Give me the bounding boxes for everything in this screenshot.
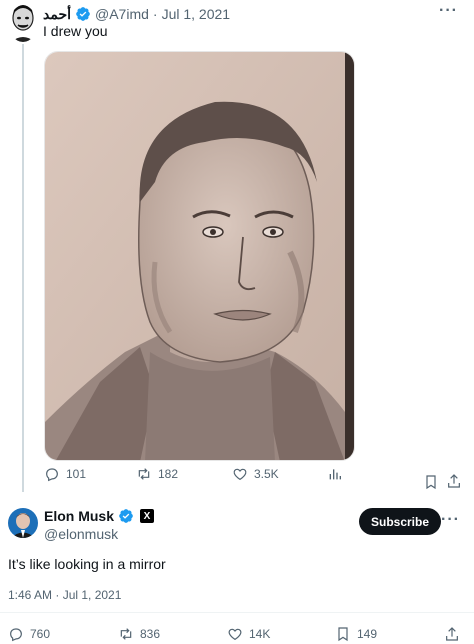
- bookmark-count: 149: [357, 627, 378, 641]
- retweet-count: 182: [158, 467, 179, 481]
- like-count: 3.5K: [254, 467, 279, 481]
- header-separator: ·: [152, 6, 158, 22]
- x-affiliation-badge[interactable]: X: [140, 509, 155, 523]
- like-button[interactable]: 14K: [227, 626, 270, 642]
- verified-icon: [75, 6, 91, 22]
- retweet-button[interactable]: 182: [136, 466, 178, 482]
- views-icon: [329, 469, 341, 480]
- main-tweet-text: It’s like looking in a mirror: [8, 556, 166, 572]
- like-count: 14K: [249, 627, 271, 641]
- main-action-bar: 760 836 14K 149: [8, 626, 468, 642]
- retweet-button[interactable]: 836: [118, 626, 160, 642]
- parent-avatar[interactable]: [8, 2, 38, 42]
- like-icon: [233, 468, 247, 481]
- reply-button[interactable]: 760: [8, 626, 50, 642]
- main-handle[interactable]: @elonmusk: [44, 526, 118, 542]
- divider: [0, 612, 474, 613]
- like-icon: [228, 628, 242, 641]
- main-author-name[interactable]: Elon Musk: [44, 508, 114, 524]
- parent-date[interactable]: Jul 1, 2021: [162, 6, 231, 22]
- tweet-media-image[interactable]: [44, 51, 355, 461]
- main-avatar[interactable]: [8, 508, 38, 538]
- main-author-row: Elon Musk X: [44, 508, 155, 524]
- share-icon: [446, 627, 458, 641]
- share-button[interactable]: [444, 626, 460, 642]
- share-icon: [448, 474, 460, 488]
- bookmark-button[interactable]: [423, 474, 439, 495]
- tweet-timestamp[interactable]: 1:46 AM · Jul 1, 2021: [8, 588, 121, 602]
- views-button[interactable]: [327, 466, 343, 482]
- retweet-count: 836: [140, 627, 161, 641]
- bookmark-icon: [338, 627, 348, 642]
- parent-author-name[interactable]: أحمد: [43, 6, 71, 23]
- verified-icon: [118, 508, 134, 524]
- share-button[interactable]: [446, 473, 462, 494]
- retweet-icon: [138, 468, 150, 480]
- reply-button[interactable]: 101: [44, 466, 86, 482]
- retweet-icon: [120, 628, 132, 640]
- reply-icon: [46, 468, 58, 482]
- parent-tweet-text: I drew you: [43, 23, 108, 39]
- reply-count: 101: [66, 467, 87, 481]
- more-icon[interactable]: ···: [439, 2, 458, 20]
- bookmark-button[interactable]: 149: [335, 626, 377, 642]
- reply-count: 760: [30, 627, 51, 641]
- pencil-sketch-portrait-icon: [45, 52, 354, 460]
- thread-connector-line: [22, 44, 24, 492]
- parent-handle[interactable]: @A7imd: [95, 6, 149, 22]
- subscribe-button[interactable]: Subscribe: [359, 508, 441, 535]
- parent-tweet-header: أحمد @A7imd · Jul 1, 2021: [43, 4, 230, 24]
- more-icon[interactable]: ···: [441, 511, 460, 529]
- like-button[interactable]: 3.5K: [232, 466, 279, 482]
- reply-icon: [10, 628, 22, 642]
- bookmark-icon: [426, 475, 436, 490]
